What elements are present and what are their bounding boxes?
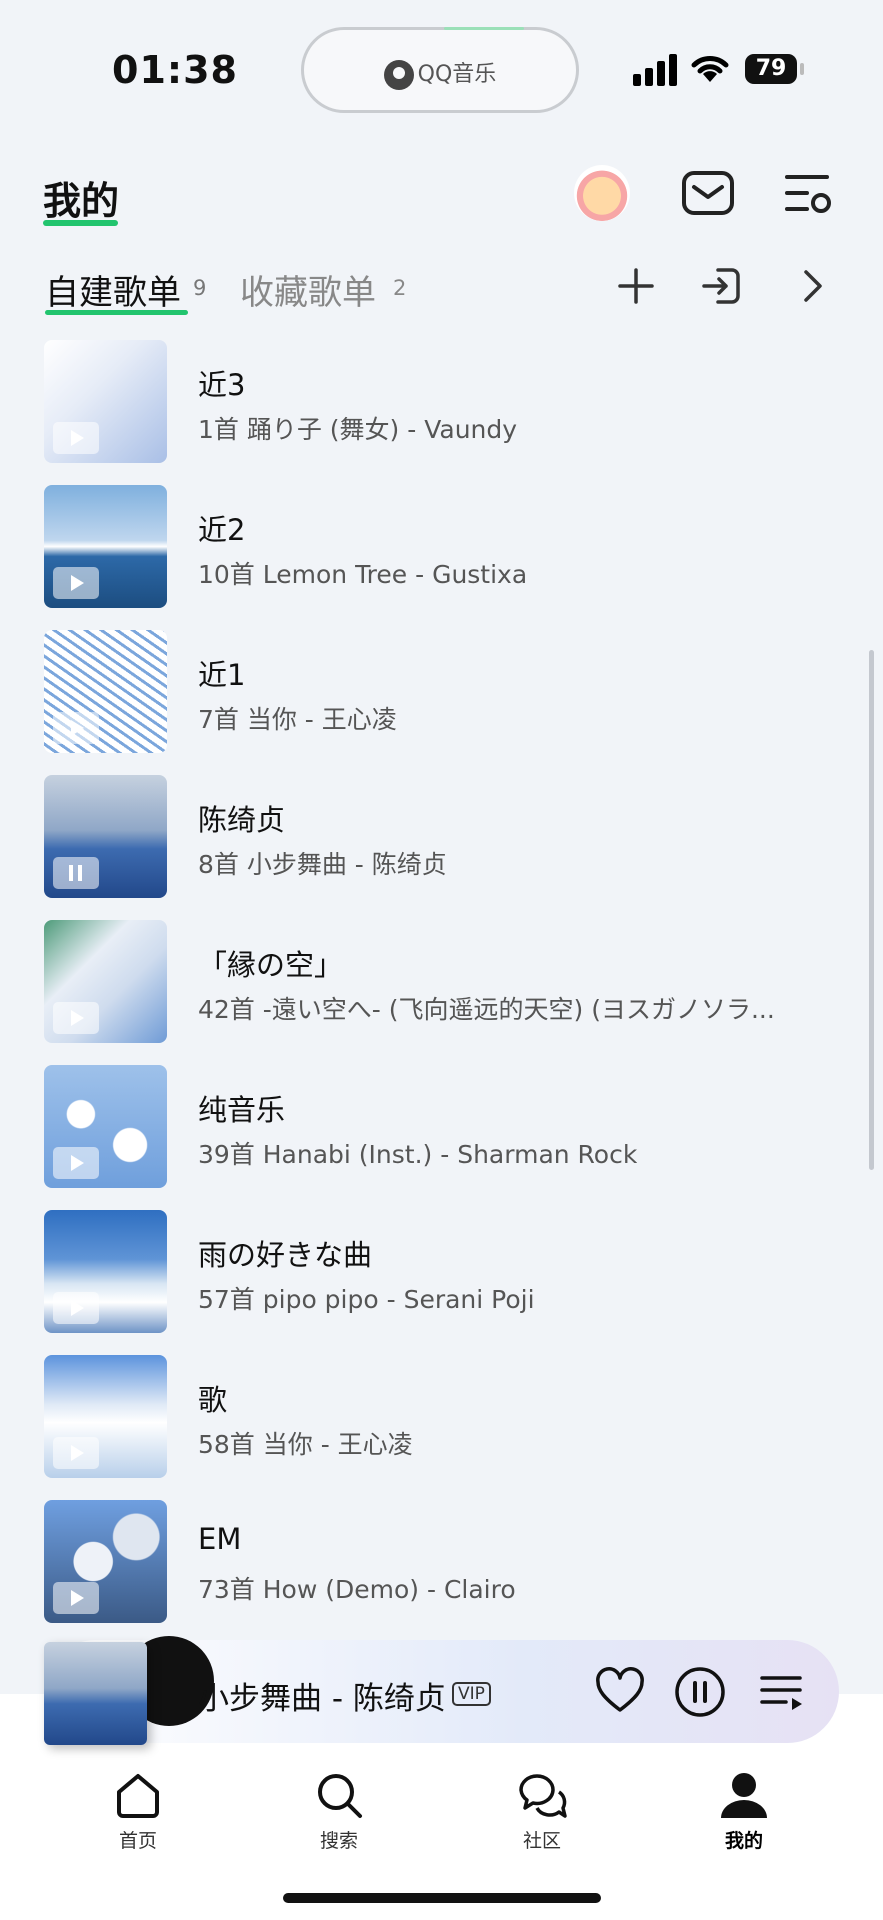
playlist-row[interactable]: 雨の好きな曲 57首 pipo pipo - Serani Poji	[0, 1210, 883, 1334]
play-icon[interactable]	[53, 1147, 99, 1179]
playlist-subtitle: 8首 小步舞曲 - 陈绮贞	[198, 850, 447, 879]
playlist-title: 近3	[198, 368, 246, 402]
playlist-queue-icon[interactable]	[756, 1666, 808, 1718]
settings-menu-icon[interactable]	[781, 165, 837, 221]
playlist-row[interactable]: 近2 10首 Lemon Tree - Gustixa	[0, 485, 883, 609]
playlist-cover	[44, 630, 167, 753]
tab-home-label: 首页	[118, 1830, 157, 1852]
playlist-subtitle: 42首 -遠い空へ- (飞向遥远的天空) (ヨスガノソラ...	[198, 995, 775, 1024]
playlist-subtitle: 7首 当你 - 王心凌	[198, 705, 397, 734]
battery-indicator: 79	[745, 54, 804, 84]
playlist-row[interactable]: 近1 7首 当你 - 王心凌	[0, 630, 883, 754]
status-bar: 01:38 QQ音乐 79	[0, 0, 883, 140]
playlist-subtitle: 1首 踊り子 (舞女) - Vaundy	[198, 415, 518, 444]
playlist-subtitle: 39首 Hanabi (Inst.) - Sharman Rock	[198, 1140, 638, 1169]
playlist-subtitle: 58首 当你 - 王心凌	[198, 1430, 413, 1459]
scrollbar[interactable]	[869, 650, 874, 1170]
play-icon[interactable]	[53, 1582, 99, 1614]
island-app-name: QQ音乐	[417, 62, 497, 87]
play-icon[interactable]	[53, 1292, 99, 1324]
playlist-title: 近2	[198, 513, 246, 547]
play-icon[interactable]	[53, 1437, 99, 1469]
tab-community-label: 社区	[522, 1830, 561, 1852]
play-icon[interactable]	[53, 422, 99, 454]
pause-icon[interactable]	[53, 857, 99, 889]
qq-music-logo-icon	[383, 60, 414, 90]
playlist-cover	[44, 1210, 167, 1333]
now-playing-title: 小步舞曲 - 陈绮贞	[198, 1681, 446, 1717]
wifi-icon	[691, 56, 729, 82]
tab-mine[interactable]: 我的	[699, 1768, 789, 1853]
chat-bubble-icon	[519, 1774, 567, 1818]
island-label: QQ音乐	[304, 56, 576, 90]
import-playlist-icon[interactable]	[700, 264, 744, 308]
page-title: 我的	[43, 179, 120, 223]
status-time: 01:38	[112, 48, 238, 92]
tab-search[interactable]: 搜索	[294, 1768, 384, 1853]
search-icon	[318, 1774, 362, 1818]
playlist-cover	[44, 775, 167, 898]
playlist-title: 纯音乐	[198, 1093, 286, 1127]
avatar[interactable]	[574, 165, 630, 221]
playlist-row[interactable]: 近3 1首 踊り子 (舞女) - Vaundy	[0, 340, 883, 464]
home-indicator[interactable]	[283, 1893, 601, 1903]
add-playlist-icon[interactable]	[614, 264, 658, 308]
playlist-cover	[44, 920, 167, 1043]
playlist-row[interactable]: 「縁の空」 42首 -遠い空へ- (飞向遥远的天空) (ヨスガノソラ...	[0, 920, 883, 1044]
playlist-title: 陈绮贞	[198, 803, 286, 837]
playlist-subtitle: 73首 How (Demo) - Clairo	[198, 1575, 516, 1604]
home-icon	[117, 1774, 159, 1818]
playlist-cover	[44, 1065, 167, 1188]
playlist-cover	[44, 1355, 167, 1478]
island-progress	[444, 27, 524, 30]
vip-badge: VIP	[452, 1682, 491, 1706]
tab-fav-count: 2	[393, 276, 407, 300]
playlist-cover	[44, 1500, 167, 1623]
playlist-cover	[44, 485, 167, 608]
playlist-title: 近1	[198, 658, 246, 692]
tab-community[interactable]: 社区	[497, 1768, 587, 1853]
playlist-title: 「縁の空」	[198, 948, 344, 982]
user-icon	[721, 1773, 767, 1818]
chevron-right-icon[interactable]	[790, 264, 834, 308]
pause-button-icon[interactable]	[674, 1666, 726, 1718]
play-icon[interactable]	[53, 1002, 99, 1034]
tab-home[interactable]: 首页	[93, 1768, 183, 1853]
tab-own-count: 9	[193, 276, 207, 300]
playlist-row[interactable]: 纯音乐 39首 Hanabi (Inst.) - Sharman Rock	[0, 1065, 883, 1189]
play-icon[interactable]	[53, 712, 99, 744]
playlist-row[interactable]: 陈绮贞 8首 小步舞曲 - 陈绮贞	[0, 775, 883, 899]
now-playing-cover[interactable]	[44, 1642, 147, 1745]
heart-icon[interactable]	[594, 1666, 646, 1718]
tab-active-indicator	[45, 310, 188, 315]
playlist-row[interactable]: 歌 58首 当你 - 王心凌	[0, 1355, 883, 1479]
playlist-cover	[44, 340, 167, 463]
tab-search-label: 搜索	[319, 1830, 358, 1852]
playlist-title: 雨の好きな曲	[198, 1238, 373, 1272]
playlist-row[interactable]: EM 73首 How (Demo) - Clairo	[0, 1500, 883, 1624]
playlist-subtitle: 10首 Lemon Tree - Gustixa	[198, 560, 528, 589]
playlist-title: EM	[198, 1522, 242, 1556]
mail-icon[interactable]	[680, 165, 736, 221]
tab-mine-label: 我的	[724, 1830, 763, 1852]
play-icon[interactable]	[53, 567, 99, 599]
playlist-title: 歌	[198, 1383, 228, 1417]
playlist-subtitle: 57首 pipo pipo - Serani Poji	[198, 1285, 535, 1314]
tab-favorite-playlists[interactable]: 收藏歌单	[240, 265, 376, 314]
title-underline	[43, 220, 118, 226]
dynamic-island[interactable]: QQ音乐	[301, 27, 579, 113]
tab-own-playlists[interactable]: 自建歌单	[45, 265, 181, 314]
